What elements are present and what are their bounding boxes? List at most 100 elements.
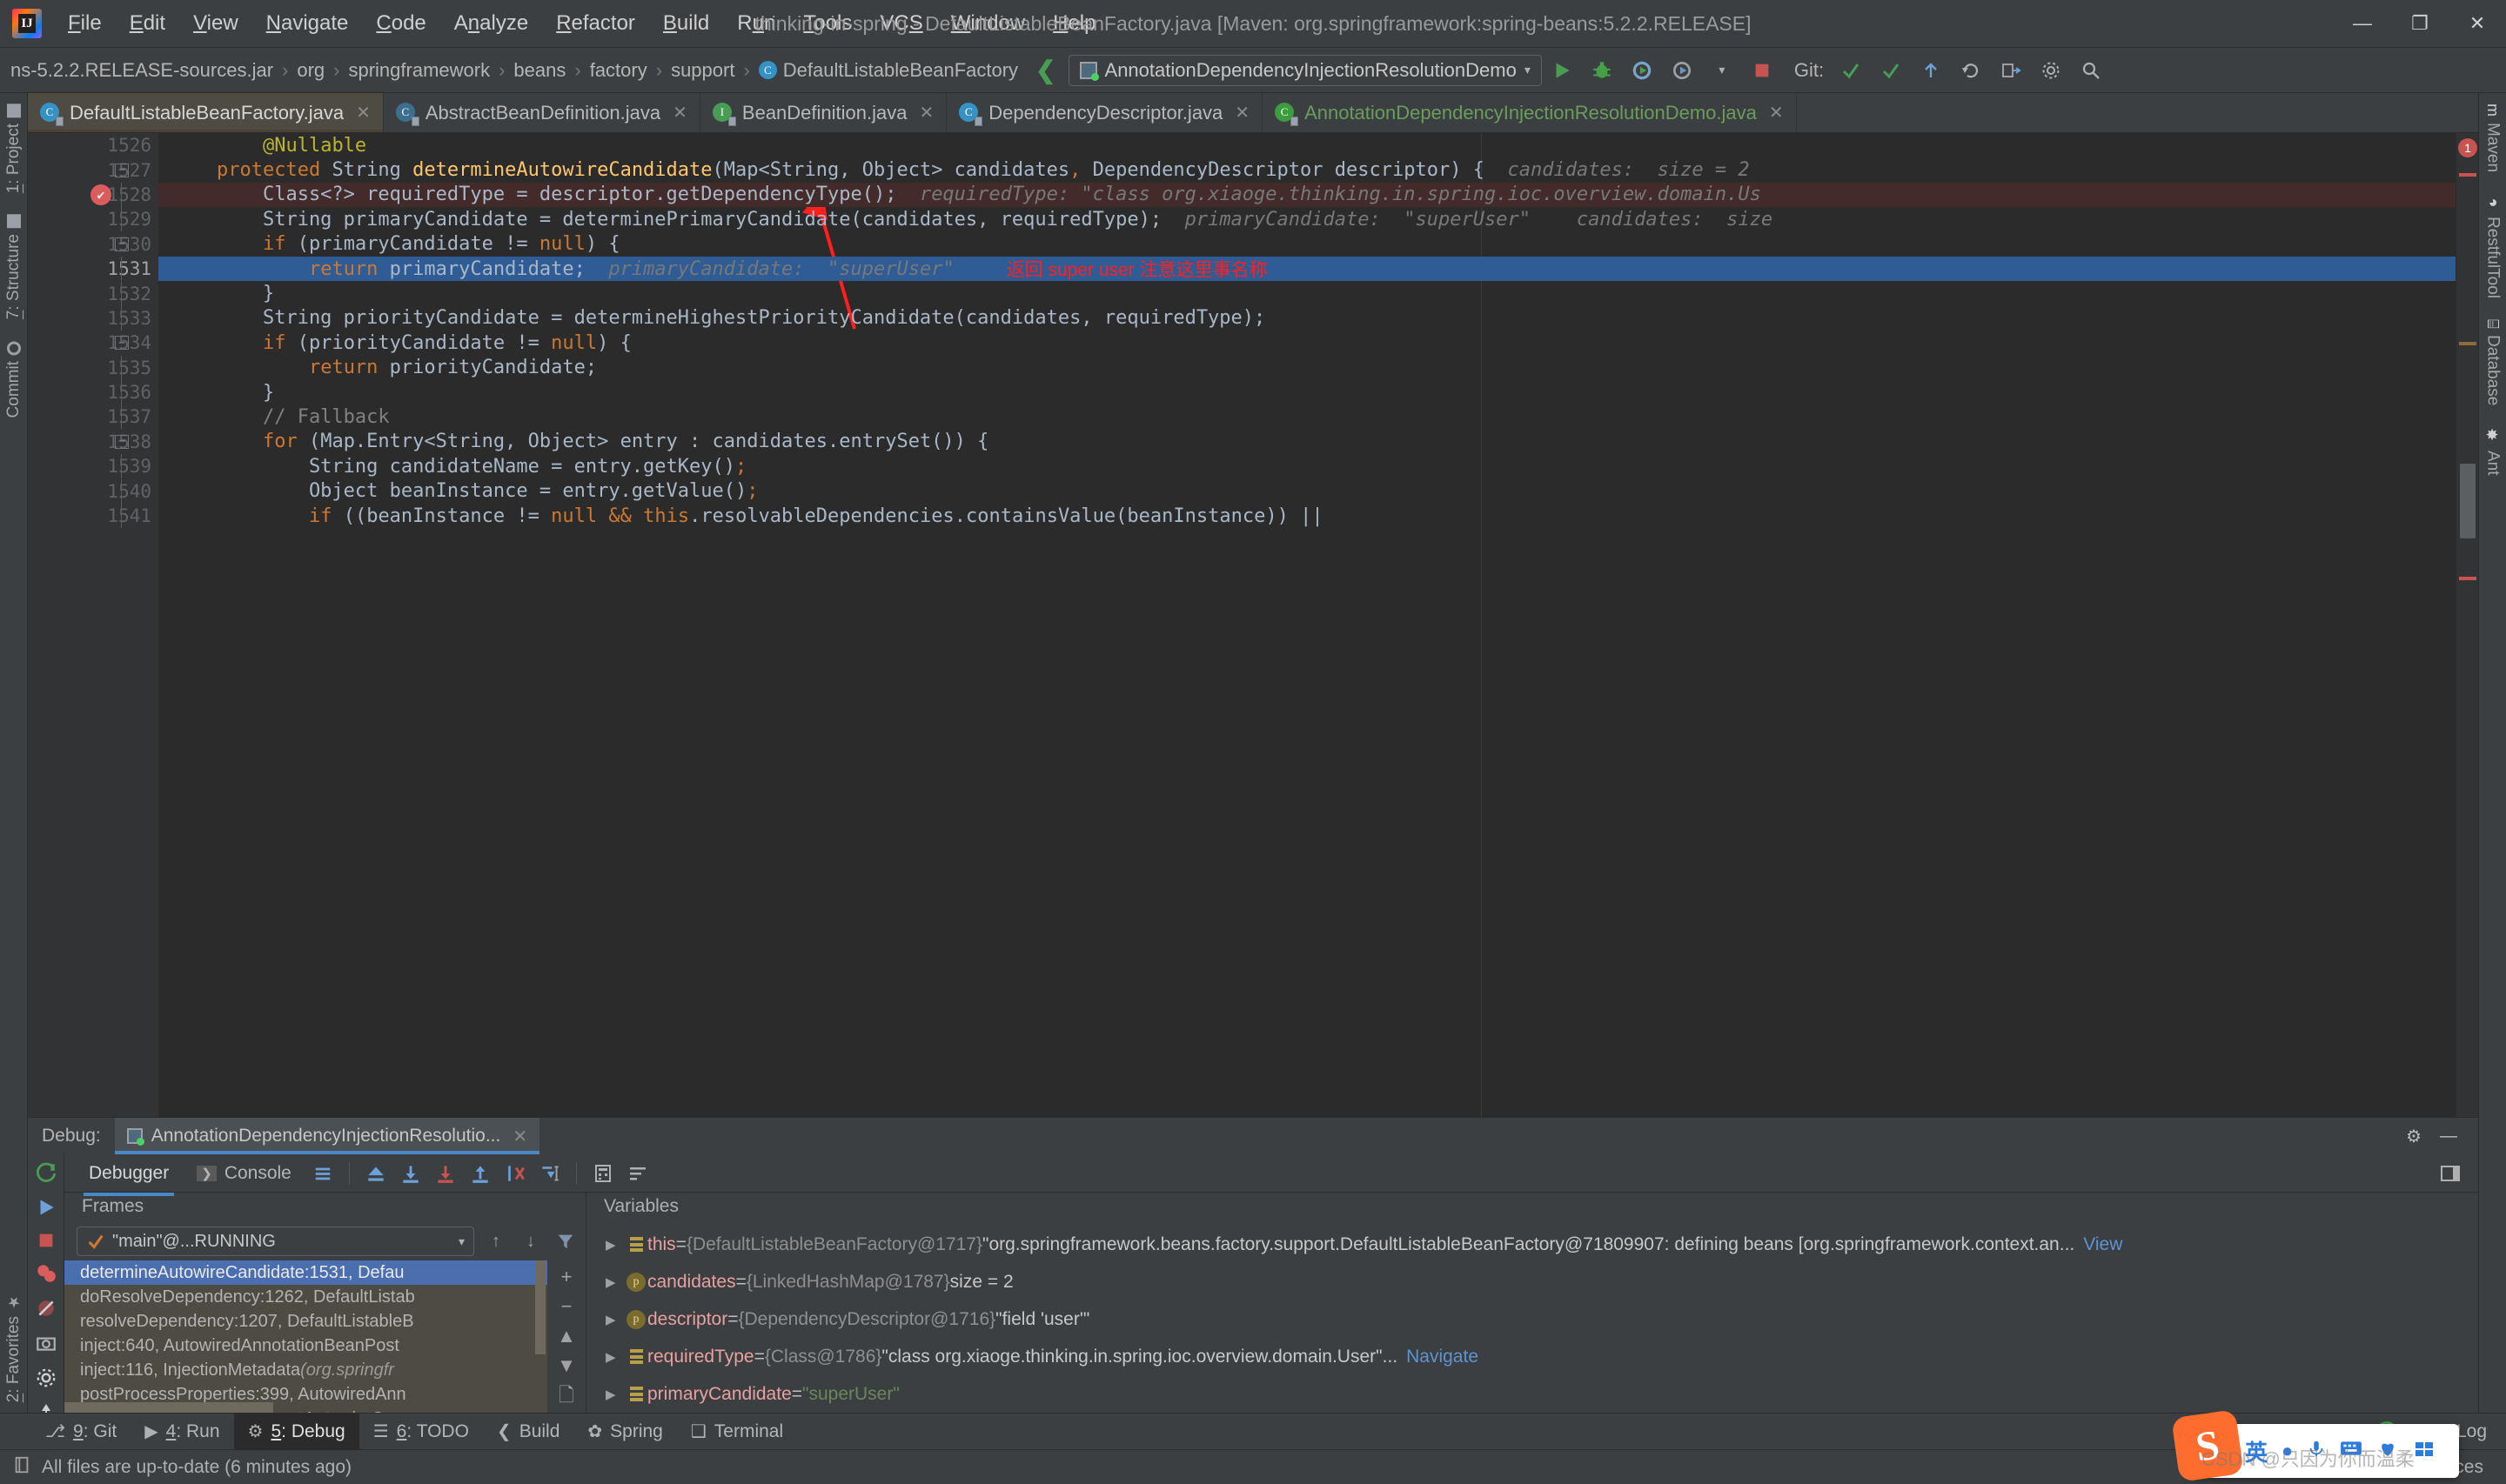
expand-triangle-icon[interactable]: ▶ <box>606 1349 625 1365</box>
menu-item-navigate[interactable]: Navigate <box>252 8 363 39</box>
run-with-coverage-button[interactable] <box>1625 53 1659 88</box>
build-icon[interactable]: ❮ <box>1035 56 1055 84</box>
frames-up-icon[interactable]: ↑ <box>483 1228 509 1254</box>
menu-item-file[interactable]: File <box>54 8 116 39</box>
tool-window-button-git[interactable]: ⎇ 9: Git <box>31 1414 131 1449</box>
frame-item[interactable]: determineAutowireCandidate:1531, Defau <box>64 1260 547 1285</box>
copy-icon[interactable]: 🗋 <box>553 1384 580 1410</box>
run-to-cursor-icon[interactable] <box>534 1159 566 1188</box>
editor-tab-3[interactable]: C DependencyDescriptor.java ✕ <box>947 93 1263 132</box>
maximize-button[interactable]: ❐ <box>2391 0 2449 47</box>
tool-strip-commit[interactable]: Commit <box>3 331 25 428</box>
frames-h-scrollbar[interactable] <box>64 1402 273 1413</box>
gutter-line[interactable]: 1540 <box>28 478 158 504</box>
menu-item-view[interactable]: View <box>179 8 252 39</box>
code-line[interactable]: @Nullable <box>158 133 2456 157</box>
breadcrumb-item-2[interactable]: springframework <box>343 57 495 84</box>
expand-triangle-icon[interactable]: ▶ <box>606 1274 625 1290</box>
layout-settings-icon[interactable] <box>307 1159 338 1188</box>
code-line[interactable]: if (priorityCandidate != null) { <box>158 331 2456 355</box>
frame-item[interactable]: resolveDependency:1207, DefaultListableB <box>64 1309 547 1334</box>
close-icon[interactable]: ✕ <box>1235 102 1250 124</box>
gutter-line[interactable]: −1534 <box>28 331 158 355</box>
move-down-icon[interactable]: ▼ <box>553 1354 580 1377</box>
gutter-line[interactable]: −1527 <box>28 157 158 182</box>
gutter-line[interactable]: 1531 <box>28 257 158 282</box>
view-breakpoints-icon[interactable] <box>33 1262 59 1285</box>
tool-strip-maven[interactable]: m Maven <box>2482 93 2504 183</box>
tool-window-button-spring[interactable]: ✿ Spring <box>573 1414 676 1449</box>
tool-window-button-run[interactable]: ▶ 4: Run <box>131 1414 233 1449</box>
remove-watch-icon[interactable]: − <box>553 1295 580 1318</box>
editor-tab-2[interactable]: I BeanDefinition.java ✕ <box>700 93 948 132</box>
breadcrumb-item-1[interactable]: org <box>291 57 330 84</box>
expand-triangle-icon[interactable]: ▶ <box>606 1387 625 1402</box>
gutter-line[interactable]: −1538 <box>28 430 158 454</box>
frames-scrollbar[interactable] <box>535 1260 546 1354</box>
step-out-icon[interactable] <box>465 1159 496 1188</box>
menu-item-refactor[interactable]: Refactor <box>542 8 649 39</box>
gutter-line[interactable]: 1529 <box>28 207 158 232</box>
fold-toggle-icon[interactable]: − <box>115 336 129 351</box>
debug-minimize-icon[interactable]: — <box>2433 1121 2464 1151</box>
git-commit-icon[interactable] <box>1873 53 1908 88</box>
variable-row[interactable]: ▶ p candidates = {LinkedHashMap@1787} size… <box>586 1263 2478 1300</box>
gutter-line[interactable]: 1526 <box>28 133 158 157</box>
fold-toggle-icon[interactable]: − <box>115 434 129 449</box>
error-stripe[interactable]: 1 <box>2456 133 2478 1117</box>
tab-console[interactable]: ❯ Console <box>184 1156 304 1191</box>
code-line[interactable]: if ((beanInstance != null && this .resolv… <box>158 504 2456 528</box>
filter-icon[interactable] <box>553 1228 579 1254</box>
show-execution-point-icon[interactable] <box>360 1159 392 1188</box>
breadcrumb-item-6[interactable]: C DefaultListableBeanFactory <box>754 57 1023 84</box>
restore-layout-icon[interactable] <box>2435 1159 2466 1188</box>
frame-item[interactable]: inject:116, InjectionMetadata (org.sprin… <box>64 1358 547 1382</box>
tool-strip-ant[interactable]: ✸ Ant <box>2482 416 2504 486</box>
variable-row[interactable]: ▶ this = {DefaultListableBeanFactory@1717… <box>586 1226 2478 1263</box>
chevron-down-icon[interactable]: ▾ <box>1705 53 1739 88</box>
tool-strip-structure[interactable]: 7: Structure <box>3 204 25 330</box>
mute-breakpoints-icon[interactable] <box>33 1297 59 1320</box>
menu-item-tools[interactable]: Tools <box>789 8 866 39</box>
tool-strip-database[interactable]: ⌸ Database <box>2482 309 2504 416</box>
error-count-badge[interactable]: 1 <box>2458 138 2477 157</box>
code-line[interactable]: for (Map.Entry<String, Object> entry : c… <box>158 430 2456 454</box>
rerun-icon[interactable] <box>33 1161 59 1184</box>
menu-item-build[interactable]: Build <box>649 8 723 39</box>
menu-item-help[interactable]: Help <box>1039 8 1109 39</box>
screenshot-icon[interactable] <box>33 1332 59 1354</box>
variables-list[interactable]: ▶ this = {DefaultListableBeanFactory@1717… <box>586 1222 2478 1413</box>
variable-action-link[interactable]: View <box>2083 1234 2122 1255</box>
menu-item-analyze[interactable]: Analyze <box>440 8 542 39</box>
menu-item-window[interactable]: Window <box>937 8 1039 39</box>
frames-list[interactable]: determineAutowireCandidate:1531, Defau do… <box>64 1260 547 1413</box>
code-line[interactable]: return primaryCandidate; primaryCandidat… <box>158 256 2456 282</box>
variable-action-link[interactable]: Navigate <box>1406 1347 1478 1367</box>
close-icon[interactable]: ✕ <box>673 102 687 124</box>
stop-button[interactable] <box>1745 53 1779 88</box>
evaluate-expression-icon[interactable] <box>587 1159 619 1188</box>
breadcrumb-item-5[interactable]: support <box>666 57 740 84</box>
thread-selector[interactable]: "main"@...RUNNING ▾ <box>77 1227 474 1256</box>
breakpoint-icon[interactable]: ✔ <box>90 184 111 205</box>
code-line[interactable]: String primaryCandidate = determinePrima… <box>158 207 2456 231</box>
code-line[interactable]: } <box>158 281 2456 305</box>
expand-triangle-icon[interactable]: ▶ <box>606 1312 625 1327</box>
code-line[interactable]: String priorityCandidate = determineHigh… <box>158 306 2456 331</box>
breadcrumb-item-3[interactable]: beans <box>508 57 571 84</box>
code-line[interactable]: String candidateName = entry.getKey(); <box>158 454 2456 478</box>
debug-button[interactable] <box>1585 53 1619 88</box>
code-line[interactable]: if (primaryCandidate != null) { <box>158 232 2456 257</box>
resume-program-icon[interactable] <box>33 1196 59 1219</box>
gutter-line[interactable]: 1532 <box>28 281 158 306</box>
breadcrumb-item-4[interactable]: factory <box>585 57 653 84</box>
debug-settings-icon[interactable]: ⚙ <box>2398 1121 2429 1151</box>
gutter-line[interactable]: 1536 <box>28 380 158 405</box>
tab-debugger[interactable]: Debugger <box>77 1156 181 1196</box>
close-button[interactable]: ✕ <box>2449 0 2506 47</box>
profiler-button[interactable] <box>1665 53 1699 88</box>
gutter-line[interactable]: 1541 <box>28 504 158 529</box>
close-icon[interactable]: ✕ <box>1769 102 1784 124</box>
debug-session-tab[interactable]: AnnotationDependencyInjectionResolutio..… <box>114 1118 540 1154</box>
close-icon[interactable]: ✕ <box>356 102 371 124</box>
